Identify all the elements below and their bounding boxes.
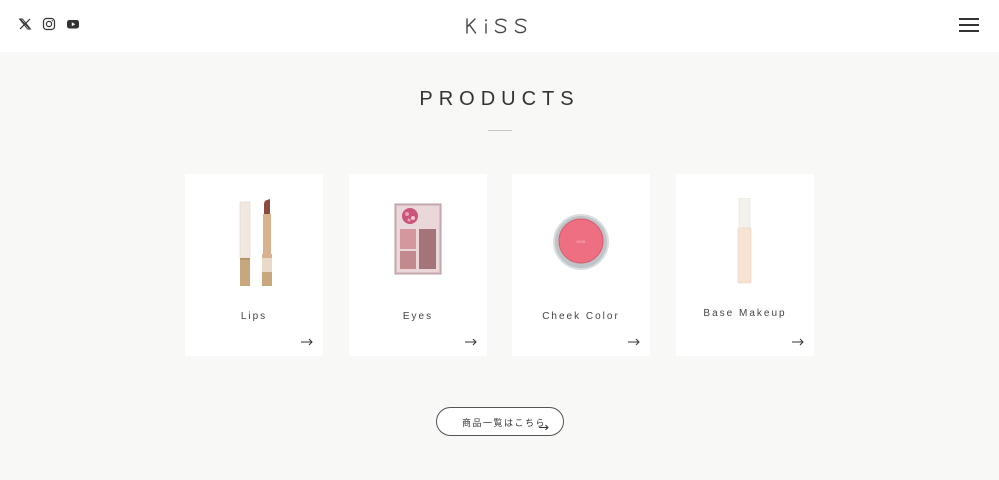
lipstick-icon (185, 194, 323, 294)
arrow-right-icon (465, 338, 477, 346)
product-label: Eyes (402, 311, 434, 322)
product-card-cheek-color[interactable]: KiSS Cheek Color (512, 174, 650, 356)
title-divider (488, 130, 512, 131)
product-card-eyes[interactable]: Eyes (349, 174, 487, 356)
kiss-logo[interactable] (465, 15, 529, 35)
product-label: Base Makeup (703, 308, 787, 319)
eyeshadow-palette-icon (349, 194, 487, 294)
arrow-right-icon (539, 418, 549, 436)
product-card-lips[interactable]: Lips (185, 174, 323, 356)
section-title: PRODUCTS (419, 88, 580, 110)
hamburger-menu-icon[interactable] (959, 18, 979, 32)
site-header (0, 0, 999, 52)
arrow-right-icon (628, 338, 640, 346)
product-label: Lips (240, 311, 268, 322)
x-twitter-icon[interactable] (18, 17, 32, 31)
youtube-icon[interactable] (66, 17, 80, 31)
instagram-icon[interactable] (42, 17, 56, 31)
product-card-base-makeup[interactable]: Base Makeup (676, 174, 814, 356)
all-products-button[interactable]: 商品一覧はこちら (436, 407, 564, 436)
product-label: Cheek Color (542, 311, 620, 322)
arrow-right-icon (301, 338, 313, 346)
all-products-label: 商品一覧はこちら (462, 418, 547, 428)
foundation-bottle-icon (676, 198, 814, 298)
blush-compact-icon: KiSS (512, 194, 650, 294)
social-links (18, 17, 80, 31)
arrow-right-icon (792, 338, 804, 346)
svg-text:KiSS: KiSS (577, 239, 586, 244)
